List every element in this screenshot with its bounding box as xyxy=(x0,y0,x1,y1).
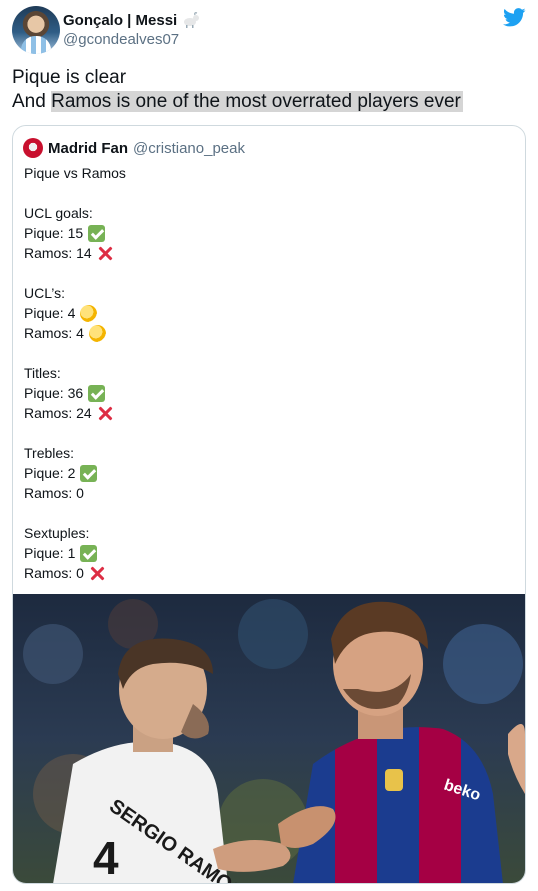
check-emoji-icon xyxy=(88,384,106,402)
cross-emoji-icon xyxy=(97,405,114,422)
quoted-text-line: Pique vs Ramos xyxy=(24,163,126,183)
quoted-text-line-content: Ramos: 24 xyxy=(24,405,92,421)
check-emoji-icon xyxy=(88,224,106,242)
quoted-text-line-content: Ramos: 0 xyxy=(24,485,84,501)
quoted-text-line-content: Titles: xyxy=(24,365,61,381)
author-handle[interactable]: @gcondealves07 xyxy=(63,31,179,48)
quoted-text-line-content: Sextuples: xyxy=(24,525,90,541)
quoted-text-line-content: UCL goals: xyxy=(24,205,93,221)
footballers-handshake-image: SERGIO RAMOS 4 beko xyxy=(13,594,525,884)
tweet-text-line-2-start: And xyxy=(12,91,52,112)
twitter-bird-icon[interactable] xyxy=(503,8,526,27)
quoted-tweet-text: Pique vs Ramos UCL goals: Pique: 15 Ramos: … xyxy=(24,163,126,583)
quoted-text-line-content: Ramos: 14 xyxy=(24,245,92,261)
cross-emoji-icon xyxy=(89,565,106,582)
quoted-text-line-content: Pique: 36 xyxy=(24,385,84,401)
tweet-text: Pique is clear And Ramos is one of the m… xyxy=(12,66,463,114)
quoted-text-line: Ramos: 4 xyxy=(24,323,126,343)
quoted-text-line: Pique: 2 xyxy=(24,463,126,483)
handshake-emoji-icon xyxy=(88,324,106,342)
check-emoji-icon xyxy=(80,544,98,562)
tweet-text-line-2: And Ramos is one of the most overrated p… xyxy=(12,90,463,114)
quoted-text-line: Pique: 15 xyxy=(24,223,126,243)
quoted-text-line-content: Ramos: 4 xyxy=(24,325,84,341)
quoted-tweet-header: Madrid Fan @cristiano_peak xyxy=(23,138,245,158)
quoted-text-line: Ramos: 24 xyxy=(24,403,126,423)
goat-emoji-icon xyxy=(184,12,200,28)
check-emoji-icon xyxy=(80,464,98,482)
quoted-text-line: UCL goals: xyxy=(24,203,126,223)
quoted-text-line: Pique: 1 xyxy=(24,543,126,563)
quoted-text-line-content: Ramos: 0 xyxy=(24,565,84,581)
quoted-text-line-content: Pique: 1 xyxy=(24,545,76,561)
left-jersey-number: 4 xyxy=(93,832,119,884)
quoted-author-avatar[interactable] xyxy=(23,138,43,158)
handshake-emoji-icon xyxy=(80,304,98,322)
cross-emoji-icon xyxy=(97,245,114,262)
quoted-text-line: Ramos: 0 xyxy=(24,483,126,503)
quoted-text-line: Ramos: 14 xyxy=(24,243,126,263)
quoted-text-line-content: UCL’s: xyxy=(24,285,65,301)
tweet-text-line-1: Pique is clear xyxy=(12,67,127,88)
quoted-text-line: Pique: 4 xyxy=(24,303,126,323)
quoted-author-name[interactable]: Madrid Fan xyxy=(48,140,128,157)
quoted-text-line: Pique: 36 xyxy=(24,383,126,403)
selected-text-highlight: Ramos is one of the most overrated playe… xyxy=(51,91,463,112)
quoted-text-line-content: Trebles: xyxy=(24,445,75,461)
tweet-card[interactable]: Gonçalo | Messi @gcondealves07 Pique is … xyxy=(0,0,538,891)
quoted-tweet-photo[interactable]: SERGIO RAMOS 4 beko xyxy=(13,594,525,884)
quoted-text-line-content: Pique: 4 xyxy=(24,305,76,321)
author-name[interactable]: Gonçalo | Messi xyxy=(63,12,177,29)
author-avatar[interactable] xyxy=(12,6,60,54)
quoted-tweet[interactable]: Madrid Fan @cristiano_peak Pique vs Ramo… xyxy=(12,125,526,884)
quoted-author-handle[interactable]: @cristiano_peak xyxy=(133,140,245,157)
quoted-text-line: Trebles: xyxy=(24,443,126,463)
author-name-line: Gonçalo | Messi xyxy=(63,10,200,30)
quoted-text-line-content: Pique: 15 xyxy=(24,225,84,241)
quoted-text-line-content: Pique vs Ramos xyxy=(24,165,126,181)
quoted-text-line: Titles: xyxy=(24,363,126,383)
quoted-text-line-content: Pique: 2 xyxy=(24,465,76,481)
quoted-text-line: Ramos: 0 xyxy=(24,563,126,583)
quoted-text-line: UCL’s: xyxy=(24,283,126,303)
quoted-text-line: Sextuples: xyxy=(24,523,126,543)
